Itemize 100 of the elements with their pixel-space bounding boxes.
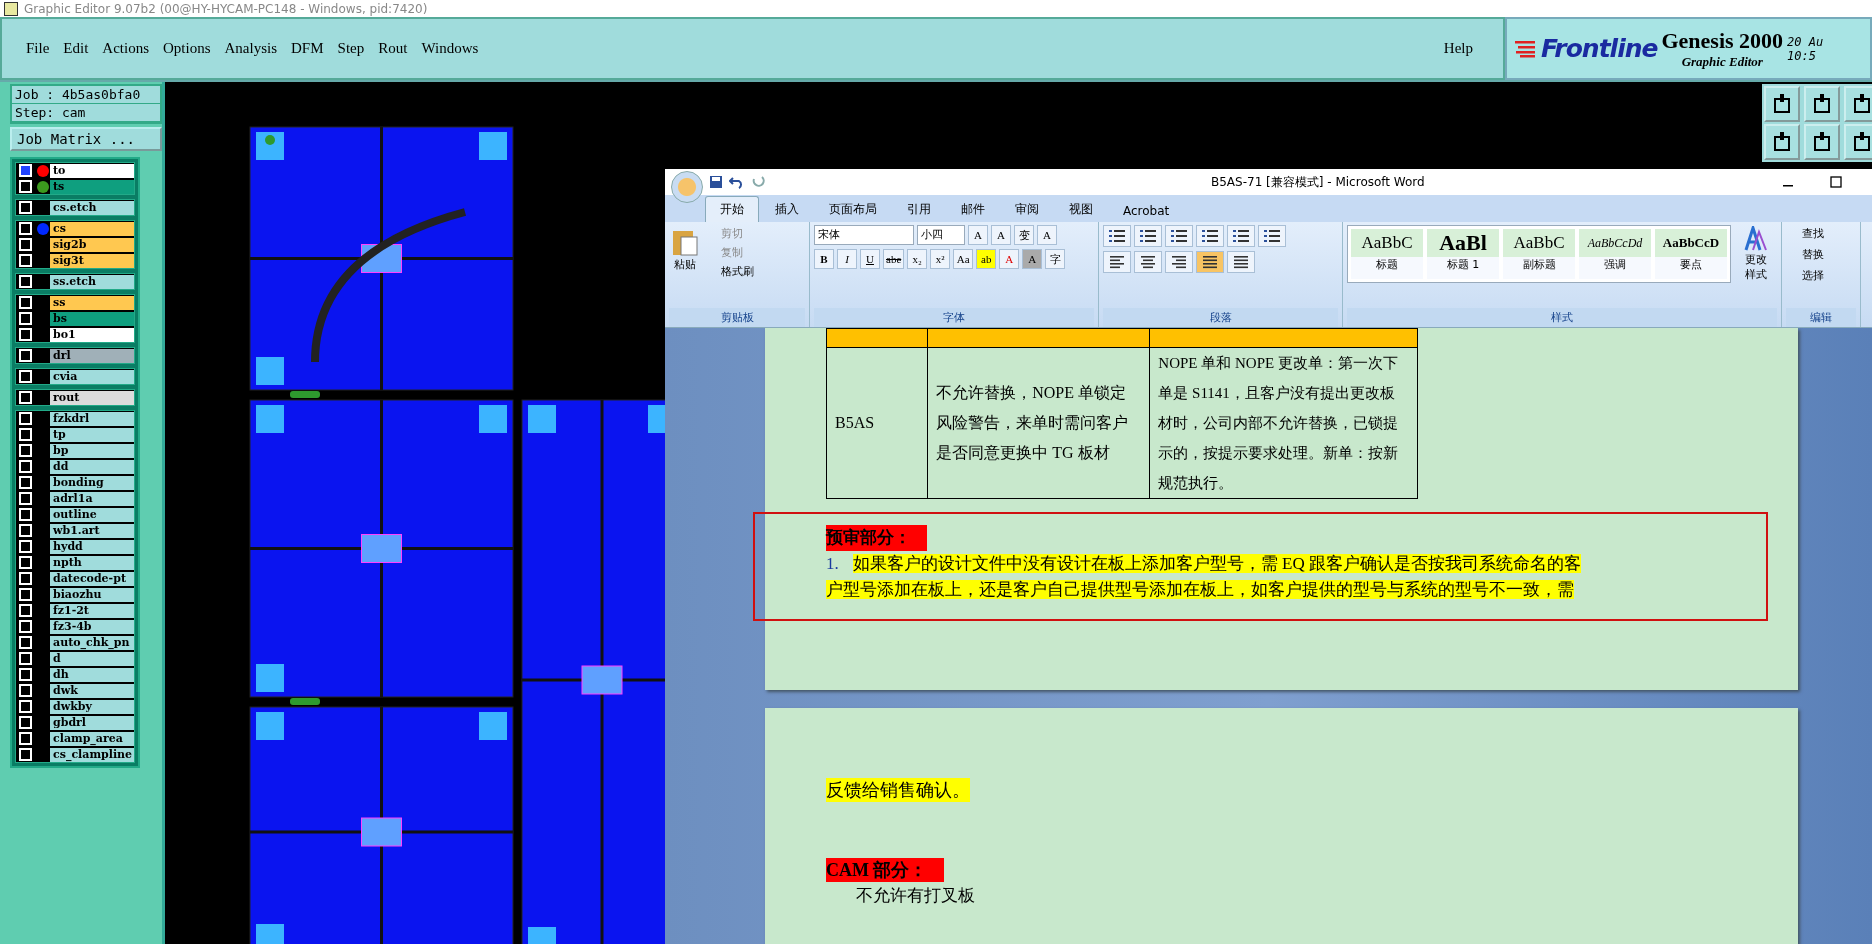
format-button[interactable]: A xyxy=(968,225,988,245)
menu-item[interactable]: Actions xyxy=(102,40,149,57)
layer-checkbox[interactable] xyxy=(19,700,32,713)
layer-name[interactable]: fz1-2t xyxy=(50,603,134,618)
layer-checkbox[interactable] xyxy=(19,296,32,309)
menu-item[interactable]: Windows xyxy=(421,40,479,57)
layer-checkbox[interactable] xyxy=(19,254,32,267)
layer-checkbox[interactable] xyxy=(19,524,32,537)
menu-item[interactable]: Options xyxy=(163,40,211,57)
layer-checkbox[interactable] xyxy=(19,238,32,251)
layer-checkbox[interactable] xyxy=(19,572,32,585)
format-button[interactable]: A xyxy=(999,249,1020,269)
ribbon-tab[interactable]: 视图 xyxy=(1055,197,1107,222)
layer-name[interactable]: ts xyxy=(50,179,134,194)
layer-checkbox[interactable] xyxy=(19,428,32,441)
format-button[interactable]: 字 xyxy=(1045,249,1066,269)
format-button[interactable]: x² xyxy=(930,249,951,269)
format-button[interactable]: A xyxy=(1037,225,1057,245)
layer-checkbox[interactable] xyxy=(19,476,32,489)
layer-name[interactable]: rout xyxy=(50,390,134,405)
layer-checkbox[interactable] xyxy=(19,460,32,473)
ribbon-tab[interactable]: 页面布局 xyxy=(815,197,891,222)
layer-checkbox[interactable] xyxy=(19,732,32,745)
align-center-icon[interactable] xyxy=(1134,251,1162,273)
layer-name[interactable]: outline xyxy=(50,507,134,522)
layer-checkbox[interactable] xyxy=(19,412,32,425)
layer-name[interactable]: wb1.art xyxy=(50,523,134,538)
layer-checkbox[interactable] xyxy=(19,164,32,177)
layer-name[interactable]: npth xyxy=(50,555,134,570)
layer-checkbox[interactable] xyxy=(19,716,32,729)
layer-name[interactable]: sig3t xyxy=(50,253,134,268)
change-styles-button[interactable]: 更改样式 xyxy=(1735,225,1777,308)
undo-icon[interactable] xyxy=(729,175,745,189)
format-button[interactable]: U xyxy=(860,249,880,269)
layer-checkbox[interactable] xyxy=(19,312,32,325)
layer-checkbox[interactable] xyxy=(19,328,32,341)
menu-item[interactable]: DFM xyxy=(291,40,324,57)
ribbon-tab[interactable]: 插入 xyxy=(761,197,813,222)
layer-name[interactable]: datecode-pt xyxy=(50,571,134,586)
distribute-icon[interactable] xyxy=(1227,251,1255,273)
layer-name[interactable]: bo1 xyxy=(50,327,134,342)
bullets-icon[interactable] xyxy=(1103,225,1131,247)
layer-name[interactable]: cs xyxy=(50,221,134,236)
font-name-field[interactable]: 宋体 xyxy=(814,225,914,245)
layer-name[interactable]: auto_chk_pn xyxy=(50,635,134,650)
align-right-icon[interactable] xyxy=(1165,251,1193,273)
layer-name[interactable]: fzkdrl xyxy=(50,411,134,426)
toolbar-button[interactable] xyxy=(1764,124,1800,160)
menu-item[interactable]: Step xyxy=(337,40,365,57)
ribbon-tab[interactable]: Acrobat xyxy=(1109,200,1184,222)
layer-checkbox[interactable] xyxy=(19,222,32,235)
maximize-icon[interactable] xyxy=(1830,176,1842,188)
layer-name[interactable]: biaozhu xyxy=(50,587,134,602)
style-option[interactable]: AaBbCcDd 强调 xyxy=(1579,229,1651,279)
layer-name[interactable]: adrl1a xyxy=(50,491,134,506)
format-button[interactable]: Aa xyxy=(953,249,974,269)
save-icon[interactable] xyxy=(709,175,723,189)
layer-name[interactable]: cs.etch xyxy=(50,200,134,215)
format-button[interactable]: 变 xyxy=(1014,225,1034,245)
job-matrix-button[interactable]: Job Matrix ... xyxy=(10,127,162,151)
layer-name[interactable]: hydd xyxy=(50,539,134,554)
style-option[interactable]: AaBbC 标题 xyxy=(1351,229,1423,279)
layer-name[interactable]: bs xyxy=(50,311,134,326)
layer-name[interactable]: ss.etch xyxy=(50,274,134,289)
layer-name[interactable]: to xyxy=(50,163,134,178)
menu-item[interactable]: Edit xyxy=(63,40,89,57)
layer-checkbox[interactable] xyxy=(19,370,32,383)
layer-name[interactable]: dh xyxy=(50,667,134,682)
layer-checkbox[interactable] xyxy=(19,180,32,193)
layer-name[interactable]: dwkby xyxy=(50,699,134,714)
toolbar-button[interactable] xyxy=(1804,124,1840,160)
menu-item[interactable]: File xyxy=(26,40,50,57)
format-button[interactable]: A xyxy=(991,225,1011,245)
layer-name[interactable]: bonding xyxy=(50,475,134,490)
ribbon-tab[interactable]: 邮件 xyxy=(947,197,999,222)
layer-name[interactable]: drl xyxy=(50,348,134,363)
layer-name[interactable]: d xyxy=(50,651,134,666)
layer-checkbox[interactable] xyxy=(19,444,32,457)
toolbar-button[interactable] xyxy=(1804,86,1840,122)
layer-checkbox[interactable] xyxy=(19,636,32,649)
format-button[interactable]: ab xyxy=(976,249,997,269)
clipboard-button[interactable]: 格式刷 xyxy=(705,263,758,280)
layer-checkbox[interactable] xyxy=(19,349,32,362)
layer-name[interactable]: clamp_area xyxy=(50,731,134,746)
layer-checkbox[interactable] xyxy=(19,540,32,553)
layer-checkbox[interactable] xyxy=(19,668,32,681)
layer-name[interactable]: gbdrl xyxy=(50,715,134,730)
menu-item[interactable]: Analysis xyxy=(224,40,278,57)
style-option[interactable]: AaBl 标题 1 xyxy=(1427,229,1499,279)
style-option[interactable]: AaBbCcD 要点 xyxy=(1655,229,1727,279)
layer-checkbox[interactable] xyxy=(19,620,32,633)
toolbar-button[interactable] xyxy=(1844,124,1872,160)
layer-checkbox[interactable] xyxy=(19,556,32,569)
style-option[interactable]: AaBbC 副标题 xyxy=(1503,229,1575,279)
layer-checkbox[interactable] xyxy=(19,492,32,505)
format-button[interactable]: B xyxy=(814,249,834,269)
ribbon-tab[interactable]: 引用 xyxy=(893,197,945,222)
format-button[interactable]: I xyxy=(837,249,857,269)
layer-name[interactable]: sig2b xyxy=(50,237,134,252)
paste-button[interactable]: 粘贴 xyxy=(669,225,701,308)
